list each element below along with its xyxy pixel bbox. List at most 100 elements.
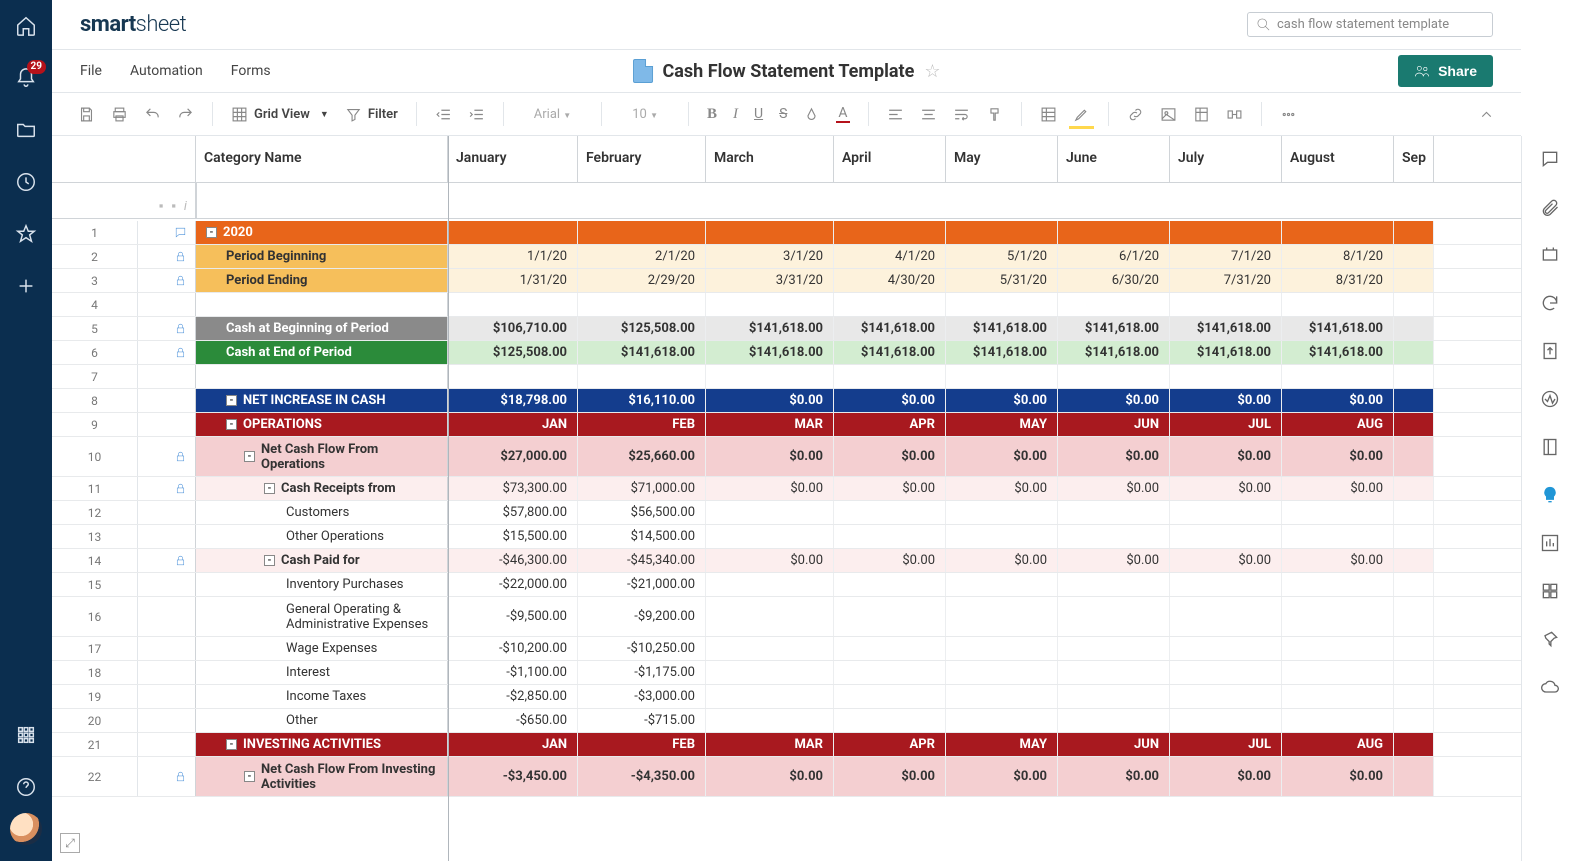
category-cell[interactable]: -Net Cash Flow From Investing Activities [196, 757, 448, 796]
summary-icon[interactable] [1539, 436, 1561, 458]
data-cell[interactable] [706, 685, 834, 708]
data-cell[interactable]: $141,618.00 [1058, 341, 1170, 364]
data-cell[interactable] [1058, 573, 1170, 596]
grid-view-button[interactable]: Grid View ▼ [225, 102, 335, 127]
data-cell[interactable]: 4/30/20 [834, 269, 946, 292]
data-cell[interactable] [706, 365, 834, 388]
data-cell[interactable]: 1/1/20 [448, 245, 578, 268]
data-cell[interactable]: -$3,000.00 [578, 685, 706, 708]
table-row[interactable]: 7 [52, 365, 1521, 389]
data-cell[interactable] [946, 221, 1058, 244]
collapse-toggle[interactable]: - [264, 555, 275, 566]
table-row[interactable]: 20Other-$650.00-$715.00 [52, 709, 1521, 733]
col-january[interactable]: January [448, 136, 578, 182]
data-cell[interactable]: $0.00 [946, 389, 1058, 412]
data-cell[interactable] [946, 597, 1058, 636]
data-cell[interactable]: $0.00 [1058, 477, 1170, 500]
data-cell[interactable]: $125,508.00 [448, 341, 578, 364]
data-cell[interactable] [1058, 221, 1170, 244]
share-button[interactable]: Share [1398, 55, 1493, 87]
data-cell[interactable] [1282, 501, 1394, 524]
data-cell[interactable]: 7/1/20 [1170, 245, 1282, 268]
data-cell[interactable]: MAY [946, 413, 1058, 436]
data-cell[interactable] [1394, 757, 1434, 796]
category-cell[interactable]: Income Taxes [196, 685, 448, 708]
table-row[interactable]: 15Inventory Purchases-$22,000.00-$21,000… [52, 573, 1521, 597]
data-cell[interactable]: $0.00 [1058, 437, 1170, 476]
table-row[interactable]: 16General Operating & Administrative Exp… [52, 597, 1521, 637]
data-cell[interactable] [1170, 365, 1282, 388]
data-cell[interactable] [1170, 501, 1282, 524]
wrap-icon[interactable] [947, 102, 976, 127]
row-number[interactable]: 15 [52, 573, 138, 596]
row-number[interactable]: 4 [52, 293, 138, 316]
data-cell[interactable] [1170, 597, 1282, 636]
data-cell[interactable] [706, 661, 834, 684]
strikethrough-icon[interactable]: S [773, 102, 793, 126]
data-cell[interactable]: $73,300.00 [448, 477, 578, 500]
tips-icon[interactable] [1539, 484, 1561, 506]
category-cell[interactable]: Period Beginning [196, 245, 448, 268]
data-cell[interactable] [1394, 389, 1434, 412]
collapse-toggle[interactable]: - [244, 451, 255, 462]
data-cell[interactable] [1394, 477, 1434, 500]
data-cell[interactable] [1394, 549, 1434, 572]
format-icon[interactable] [980, 102, 1009, 127]
data-cell[interactable] [946, 573, 1058, 596]
data-cell[interactable]: $141,618.00 [1058, 317, 1170, 340]
data-cell[interactable] [1394, 501, 1434, 524]
data-cell[interactable]: 2/1/20 [578, 245, 706, 268]
row-number[interactable]: 22 [52, 757, 138, 796]
category-cell[interactable]: -INVESTING ACTIVITIES [196, 733, 448, 756]
data-cell[interactable]: FEB [578, 733, 706, 756]
data-cell[interactable]: $18,798.00 [448, 389, 578, 412]
data-cell[interactable]: JUL [1170, 733, 1282, 756]
outdent-icon[interactable] [429, 102, 458, 127]
data-cell[interactable] [834, 597, 946, 636]
link-icon[interactable] [1121, 102, 1150, 127]
row-number[interactable]: 10 [52, 437, 138, 476]
data-cell[interactable]: 3/31/20 [706, 269, 834, 292]
print-icon[interactable] [105, 102, 134, 127]
data-cell[interactable]: JAN [448, 413, 578, 436]
filter-button[interactable]: Filter [339, 102, 404, 127]
data-cell[interactable] [1282, 573, 1394, 596]
data-cell[interactable]: $0.00 [706, 389, 834, 412]
category-cell[interactable]: Customers [196, 501, 448, 524]
table-row[interactable]: 19Income Taxes-$2,850.00-$3,000.00 [52, 685, 1521, 709]
data-cell[interactable] [1170, 293, 1282, 316]
col-april[interactable]: April [834, 136, 946, 182]
col-march[interactable]: March [706, 136, 834, 182]
data-cell[interactable] [1394, 733, 1434, 756]
collapse-toggle[interactable]: - [226, 419, 237, 430]
undo-icon[interactable] [138, 102, 167, 127]
data-cell[interactable]: -$3,450.00 [448, 757, 578, 796]
data-cell[interactable]: $141,618.00 [946, 341, 1058, 364]
data-cell[interactable] [1282, 637, 1394, 660]
image-icon[interactable] [1154, 102, 1183, 127]
highlight-icon[interactable] [1067, 102, 1096, 127]
data-cell[interactable]: -$22,000.00 [448, 573, 578, 596]
col-may[interactable]: May [946, 136, 1058, 182]
data-cell[interactable] [706, 597, 834, 636]
data-cell[interactable] [1394, 245, 1434, 268]
star-icon[interactable]: ☆ [924, 61, 940, 82]
data-cell[interactable] [1282, 525, 1394, 548]
data-cell[interactable]: $0.00 [1282, 549, 1394, 572]
data-cell[interactable]: -$10,250.00 [578, 637, 706, 660]
activity-log-icon[interactable] [1539, 388, 1561, 410]
table-row[interactable]: 14-Cash Paid for-$46,300.00-$45,340.00$0… [52, 549, 1521, 573]
cloud-icon[interactable] [1539, 676, 1561, 698]
data-cell[interactable]: $141,618.00 [1170, 341, 1282, 364]
add-icon[interactable] [0, 260, 52, 312]
row-number[interactable]: 8 [52, 389, 138, 412]
row-number[interactable]: 14 [52, 549, 138, 572]
col-september[interactable]: Sep [1394, 136, 1434, 182]
home-icon[interactable] [0, 0, 52, 52]
row-number[interactable]: 1 [52, 221, 138, 244]
data-cell[interactable]: $0.00 [1058, 549, 1170, 572]
data-cell[interactable] [578, 293, 706, 316]
data-cell[interactable] [706, 221, 834, 244]
search-input[interactable]: cash flow statement template [1247, 12, 1493, 37]
category-cell[interactable] [196, 293, 448, 316]
